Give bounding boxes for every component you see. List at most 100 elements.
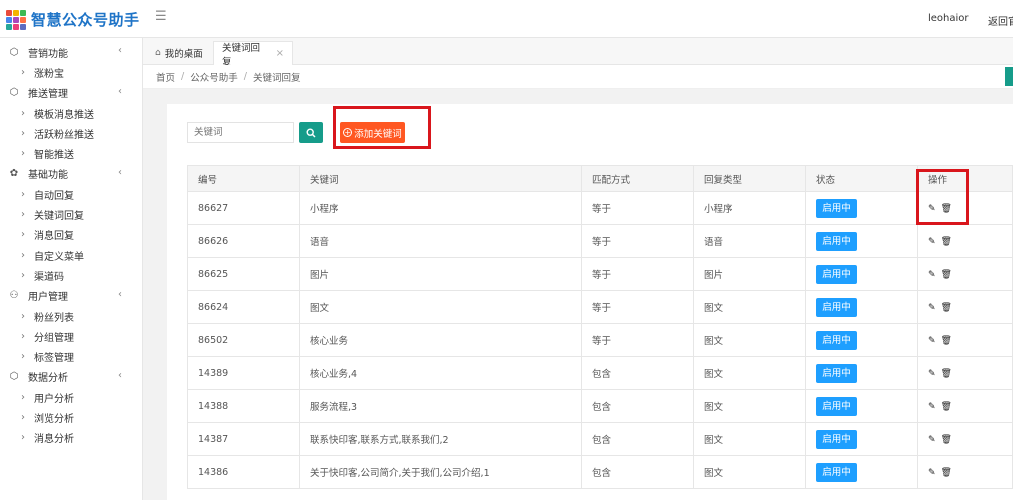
- delete-icon[interactable]: 🗑: [941, 303, 952, 313]
- delete-icon[interactable]: 🗑: [941, 336, 952, 346]
- logo-grid-icon: [6, 9, 26, 30]
- sidebar-item[interactable]: › 消息分析: [0, 428, 142, 448]
- chevron-left-icon: ‹: [118, 166, 122, 178]
- cell-reply-type: 图片: [693, 257, 806, 291]
- sidebar-item[interactable]: › 活跃粉丝推送: [0, 123, 142, 143]
- edit-icon[interactable]: ✎: [928, 303, 936, 313]
- status-toggle-button[interactable]: 启用中: [816, 198, 857, 218]
- sidebar-item[interactable]: › 涨粉宝: [0, 62, 142, 82]
- delete-icon[interactable]: 🗑: [941, 369, 952, 379]
- sidebar-item[interactable]: › 模板消息推送: [0, 103, 142, 123]
- sidebar-group-0[interactable]: ⬡ 营销功能 ‹: [0, 42, 142, 62]
- sidebar-item[interactable]: › 消息回复: [0, 225, 142, 245]
- edit-icon[interactable]: ✎: [928, 270, 936, 280]
- sidebar-item[interactable]: › 渠道码: [0, 265, 142, 285]
- cell-status: 启用中: [805, 191, 918, 225]
- sidebar-group-2[interactable]: ✿ 基础功能 ‹: [0, 164, 142, 184]
- search-button[interactable]: [299, 122, 323, 143]
- add-circle-icon: +: [343, 128, 353, 137]
- hamburger-icon[interactable]: ☰: [155, 9, 167, 24]
- cell-status: 启用中: [805, 290, 918, 324]
- chevron-right-icon: ›: [21, 269, 25, 281]
- home-icon: ⌂: [155, 48, 161, 58]
- col-status: 状态: [805, 165, 918, 192]
- sidebar-item-label: 消息回复: [34, 231, 74, 243]
- flower-icon: ✿: [9, 168, 19, 180]
- cell-id: 14388: [187, 389, 300, 423]
- edit-icon[interactable]: ✎: [928, 336, 936, 346]
- cell-match: 等于: [581, 224, 694, 258]
- sidebar-item-label: 自动回复: [34, 190, 74, 202]
- cell-actions: ✎ 🗑: [917, 323, 1013, 357]
- add-keyword-button[interactable]: + 添加关键词: [340, 122, 405, 143]
- delete-icon[interactable]: 🗑: [941, 402, 952, 412]
- breadcrumb-home[interactable]: 首页: [156, 70, 175, 84]
- status-toggle-button[interactable]: 启用中: [816, 363, 857, 383]
- delete-icon[interactable]: 🗑: [941, 468, 952, 478]
- status-toggle-button[interactable]: 启用中: [816, 264, 857, 284]
- sidebar-group-4[interactable]: ⬡ 数据分析 ‹: [0, 367, 142, 387]
- sidebar-group-3[interactable]: ⚇ 用户管理 ‹: [0, 286, 142, 306]
- cell-keyword: 联系快印客,联系方式,联系我们,2: [299, 422, 582, 456]
- status-toggle-button[interactable]: 启用中: [816, 396, 857, 416]
- cell-keyword: 服务流程,3: [299, 389, 582, 423]
- chevron-right-icon: ›: [21, 127, 25, 139]
- edit-icon[interactable]: ✎: [928, 204, 936, 214]
- sidebar-item[interactable]: › 自定义菜单: [0, 245, 142, 265]
- keyword-search-input[interactable]: [187, 122, 294, 143]
- edit-icon[interactable]: ✎: [928, 369, 936, 379]
- sidebar-item-label: 浏览分析: [34, 413, 74, 425]
- edit-icon[interactable]: ✎: [928, 237, 936, 247]
- chevron-right-icon: ›: [21, 310, 25, 322]
- cell-reply-type: 图文: [693, 422, 806, 456]
- cell-id: 86624: [187, 290, 300, 324]
- sidebar-item[interactable]: › 关键词回复: [0, 204, 142, 224]
- sidebar-item[interactable]: › 自动回复: [0, 184, 142, 204]
- tab-keyword-reply[interactable]: 关键词回复 ×: [213, 41, 293, 68]
- chevron-right-icon: ›: [21, 66, 25, 78]
- breadcrumb-assistant[interactable]: 公众号助手: [190, 70, 238, 84]
- cell-keyword: 核心业务,4: [299, 356, 582, 390]
- delete-icon[interactable]: 🗑: [941, 237, 952, 247]
- cell-keyword: 小程序: [299, 191, 582, 225]
- status-toggle-button[interactable]: 启用中: [816, 462, 857, 482]
- delete-icon[interactable]: 🗑: [941, 435, 952, 445]
- refresh-button[interactable]: [1005, 67, 1013, 86]
- breadcrumb: 首页 / 公众号助手 / 关键词回复: [143, 65, 1013, 89]
- status-toggle-button[interactable]: 启用中: [816, 330, 857, 350]
- chevron-right-icon: ›: [21, 330, 25, 342]
- sidebar-item-label: 自定义菜单: [34, 251, 84, 263]
- cell-actions: ✎ 🗑: [917, 191, 1013, 225]
- edit-icon[interactable]: ✎: [928, 402, 936, 412]
- cell-match: 包含: [581, 356, 694, 390]
- sidebar-group-1[interactable]: ⬡ 推送管理 ‹: [0, 83, 142, 103]
- sidebar-group-label: 数据分析: [28, 373, 68, 385]
- cell-status: 启用中: [805, 389, 918, 423]
- edit-icon[interactable]: ✎: [928, 468, 936, 478]
- tab-home[interactable]: ⌂ 我的桌面: [147, 41, 213, 65]
- content-card: + 添加关键词 编号 关键词 匹配方式 回复类型 状态 操作 86627小程序等…: [167, 104, 1013, 500]
- back-to-site-link[interactable]: 返回官网: [988, 13, 1013, 28]
- status-toggle-button[interactable]: 启用中: [816, 231, 857, 251]
- col-actions: 操作: [917, 165, 1013, 192]
- sidebar-item[interactable]: › 粉丝列表: [0, 306, 142, 326]
- app-logo[interactable]: 智慧公众号助手: [6, 9, 140, 30]
- sidebar-item[interactable]: › 浏览分析: [0, 407, 142, 427]
- cell-reply-type: 小程序: [693, 191, 806, 225]
- sidebar-item[interactable]: › 智能推送: [0, 143, 142, 163]
- delete-icon[interactable]: 🗑: [941, 270, 952, 280]
- sidebar-item[interactable]: › 标签管理: [0, 346, 142, 366]
- cell-id: 86502: [187, 323, 300, 357]
- delete-icon[interactable]: 🗑: [941, 204, 952, 214]
- sidebar-item[interactable]: › 用户分析: [0, 387, 142, 407]
- status-toggle-button[interactable]: 启用中: [816, 429, 857, 449]
- table-row: 14386 关于快印客,公司简介,关于我们,公司介绍,1 包含 图文 启用中 ✎ 🗑: [187, 455, 1013, 489]
- status-toggle-button[interactable]: 启用中: [816, 297, 857, 317]
- close-icon[interactable]: ×: [276, 48, 284, 59]
- edit-icon[interactable]: ✎: [928, 435, 936, 445]
- sidebar-item[interactable]: › 分组管理: [0, 326, 142, 346]
- cell-match: 等于: [581, 257, 694, 291]
- col-match: 匹配方式: [581, 165, 694, 192]
- cell-reply-type: 图文: [693, 323, 806, 357]
- user-name[interactable]: leohaior: [928, 13, 969, 24]
